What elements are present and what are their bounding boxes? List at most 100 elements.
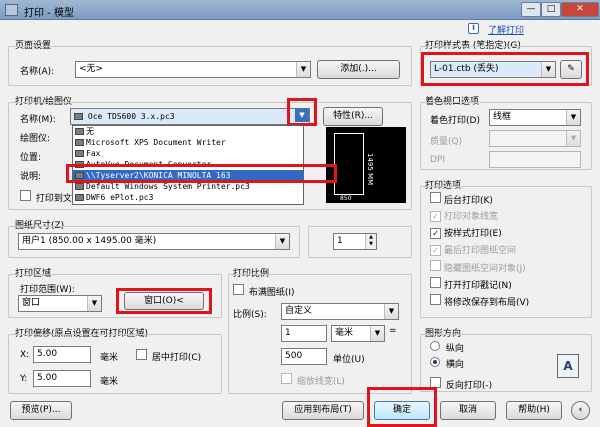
scale-value: 自定义 [285,306,313,316]
copies-stepper[interactable]: 1 ▲ ▼ [333,233,377,250]
printer-list-item[interactable]: Microsoft XPS Document Writer [73,137,303,148]
plot-option-checkbox[interactable]: 后台打印(K) [430,192,588,209]
scale-unit-value: 毫米 [335,328,354,338]
scale-combo[interactable]: 自定义 ▼ [281,303,399,320]
print-range-combo[interactable]: 窗口 ▼ [18,295,102,312]
offset-x-input[interactable]: 5.00 [33,346,91,363]
print-range-label: 打印范围(W): [20,285,75,295]
reverse-plot-label: 反向打印(-) [445,381,493,391]
shade-plot-value: 线框 [493,112,512,122]
fit-to-paper-label: 布满图纸(I) [248,288,295,298]
printer-list-item-label: Fax [86,149,101,158]
plot-option-label: 最后打印图纸空间 [444,246,517,256]
offset-y-label: Y: [20,374,28,384]
checkbox-box [430,277,441,288]
scale-lineweights-label: 缩放线宽(L) [296,377,345,387]
printer-name-label: 名称(M): [20,115,56,125]
chevron-down-icon: ▼ [275,234,289,249]
printer-icon [75,150,84,157]
checkbox-box [136,349,147,360]
portrait-radio[interactable]: 纵向 [430,341,464,354]
scale-denominator-input[interactable]: 500 [281,348,327,365]
printer-list-item-label: Default Windows System Printer.pc3 [86,182,250,191]
center-plot-checkbox[interactable]: 居中打印(C) [136,349,201,363]
plot-style-value: L-01.ctb (丢失) [434,64,499,74]
maximize-button[interactable]: □ [541,2,561,17]
plot-option-checkbox[interactable]: ✓ 打印对象线宽 [430,209,588,226]
pen-icon: ✎ [567,64,575,74]
more-options-button[interactable]: ‹ [571,401,590,420]
checkbox-box [20,190,31,201]
quality-label: 质量(Q) [430,137,463,147]
close-button[interactable]: ✕ [561,2,599,17]
offset-y-input[interactable]: 5.00 [33,370,91,387]
checkbox-box: ✓ [430,245,441,256]
scale-numerator-input[interactable]: 1 [281,325,327,342]
printer-name-value: Oce TDS600 3.x.pc3 [87,112,175,121]
checkbox-box [430,294,441,305]
reverse-plot-checkbox[interactable]: 反向打印(-) [430,377,492,391]
printer-list-item[interactable]: Fax [73,148,303,159]
location-label: 位置: [20,153,42,163]
paper-size-combo[interactable]: 用户1 (850.00 x 1495.00 毫米) ▼ [18,233,290,250]
dpi-label: DPI [430,155,446,165]
info-icon: i [468,23,479,34]
dpi-input[interactable] [489,151,581,168]
plot-option-label: 打开打印戳记(N) [444,281,512,291]
chevron-down-icon: ▼ [370,326,384,341]
window-title: 打印 - 模型 [24,8,74,19]
plot-option-checkbox[interactable]: ✓ 按样式打印(E) [430,226,588,243]
quality-combo[interactable]: ▼ [489,130,581,147]
printer-list-item-label: DWF6 ePlot.pc3 [86,193,154,202]
radio-dot [430,341,440,351]
scale-unit-combo[interactable]: 毫米 ▼ [331,325,385,342]
offset-x-unit: 毫米 [100,353,119,363]
paper-dim-vertical: 1495 MM [366,153,374,186]
paper-outline [334,133,364,195]
help-link[interactable]: 了解打印 [488,23,524,36]
scale-equals: = [389,326,397,336]
page-setup-name-combo[interactable]: <无> ▼ [75,61,311,78]
checkbox-box [233,284,244,295]
fit-to-paper-checkbox[interactable]: 布满图纸(I) [233,284,295,298]
add-page-setup-button[interactable]: 添加(.)... [317,60,400,79]
plot-option-checkbox[interactable]: 将修改保存到布局(V) [430,294,588,311]
landscape-label: 横向 [445,360,464,370]
printer-list-item[interactable]: 无 [73,126,303,137]
landscape-radio[interactable]: 横向 [430,357,464,370]
window-select-button[interactable]: 窗口(O)< [124,292,204,310]
plot-option-label: 将修改保存到布局(V) [444,298,530,308]
app-icon [5,4,18,16]
shade-plot-combo[interactable]: 线框 ▼ [489,109,581,126]
orientation-preview-icon: A [557,354,579,378]
edit-style-button[interactable]: ✎ [560,60,582,79]
help-button[interactable]: 帮助(H) [506,401,562,420]
printer-dropdown-button[interactable]: ▼ [287,98,317,126]
chevron-down-icon: ▼ [87,296,101,311]
plot-option-checkbox[interactable]: ✓ 最后打印图纸空间 [430,243,588,260]
highlight-selected-printer [66,164,337,183]
printer-list-item-label: Microsoft XPS Document Writer [86,138,226,147]
center-plot-label: 居中打印(C) [151,353,202,363]
preview-button[interactable]: 预览(P)... [10,401,72,420]
cancel-button[interactable]: 取消 [440,401,496,420]
scale-lineweights-checkbox[interactable]: 缩放线宽(L) [281,373,345,387]
ok-button[interactable]: 确定 [374,401,430,420]
checkbox-box: ✓ [430,211,441,222]
scale-denominator-unit: 单位(U) [333,355,365,365]
plot-option-label: 后台打印(K) [444,196,493,206]
paper-preview: 1495 MM 850 [326,127,406,203]
plot-options-list: 后台打印(K) ✓ 打印对象线宽 ✓ 按样式打印(E) ✓ 最后打印图纸空间 隐藏图纸空间对象… [430,192,588,311]
chevron-down-icon: ▼ [296,62,310,77]
plot-style-combo[interactable]: L-01.ctb (丢失) ▼ [430,61,556,78]
apply-to-layout-button[interactable]: 应用到布局(T) [282,401,364,420]
chevron-down-icon: ▼ [541,62,555,77]
minimize-button[interactable]: — [521,2,541,17]
plot-option-label: 按样式打印(E) [444,229,502,239]
printer-list-item[interactable]: DWF6 ePlot.pc3 [73,192,303,203]
plot-option-checkbox[interactable]: 打开打印戳记(N) [430,277,588,294]
printer-name-combo[interactable]: Oce TDS600 3.x.pc3 [70,108,310,125]
spin-arrows-icon[interactable]: ▲ ▼ [365,234,376,249]
properties-button[interactable]: 特性(R)... [323,107,383,126]
plot-option-checkbox[interactable]: 隐藏图纸空间对象(J) [430,260,588,277]
